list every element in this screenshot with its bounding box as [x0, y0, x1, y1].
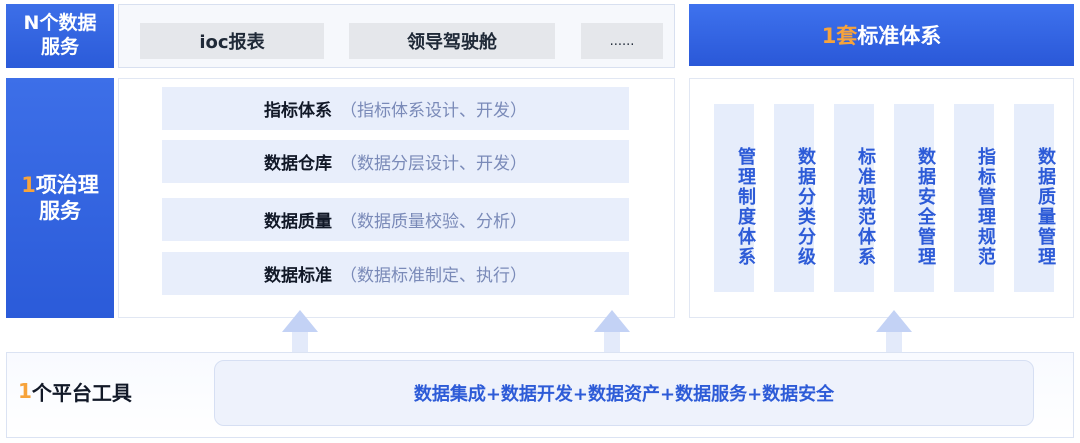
platform-label: 1 个平台工具 — [18, 379, 132, 405]
governance-row-data-standard: 数据标准 （数据标准制定、执行） — [162, 252, 629, 295]
service-item-more: ...... — [581, 23, 663, 59]
standard-column-standard-spec: 标准规范体系 — [834, 104, 876, 292]
governance-label: 1项治理 服务 — [6, 78, 114, 318]
data-services-label-line1: N个数据 — [23, 12, 97, 35]
up-arrow-stem — [292, 332, 308, 352]
standard-column-data-quality: 数据质量管理 — [1014, 104, 1056, 292]
platform-tools: 数据集成+数据开发+数据资产+数据服务+数据安全 — [214, 360, 1034, 426]
governance-label-line2: 服务 — [39, 199, 81, 223]
up-arrow-icon — [594, 310, 630, 332]
service-item-ioc-report: ioc报表 — [140, 23, 324, 59]
service-item-leader-cockpit: 领导驾驶舱 — [349, 23, 555, 59]
up-arrow-icon — [282, 310, 318, 332]
standard-column-management-system: 管理制度体系 — [714, 104, 756, 292]
governance-row-indicator-system: 指标体系 （指标体系设计、开发） — [162, 87, 629, 130]
governance-label-line1: 1项治理 — [21, 172, 99, 197]
standard-system-header: 1套 标准体系 — [689, 4, 1074, 66]
governance-row-data-warehouse: 数据仓库 （数据分层设计、开发） — [162, 140, 629, 183]
up-arrow-icon — [876, 310, 912, 332]
standard-column-indicator-management: 指标管理规范 — [954, 104, 996, 292]
data-services-label-line2: 服务 — [40, 36, 79, 58]
up-arrow-stem — [604, 332, 620, 352]
standard-column-data-security: 数据安全管理 — [894, 104, 936, 292]
governance-row-data-quality: 数据质量 （数据质量校验、分析） — [162, 198, 629, 241]
data-services-label: N个数据 服务 — [6, 4, 114, 68]
up-arrow-stem — [886, 332, 902, 352]
standard-column-data-classification: 数据分类分级 — [774, 104, 816, 292]
